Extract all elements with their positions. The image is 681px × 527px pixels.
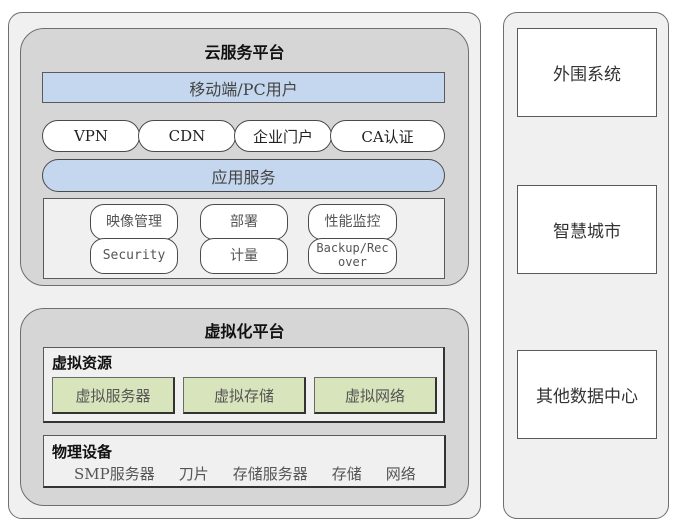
external-peripheral-systems: 外围系统: [517, 28, 657, 117]
service-security: Security: [90, 238, 178, 274]
physical-devices-title: 物理设备: [52, 443, 113, 461]
virtual-server: 虚拟服务器: [52, 377, 175, 414]
access-vpn: VPN: [42, 120, 140, 152]
users-bar: 移动端/PC用户: [42, 72, 445, 103]
service-image-mgmt: 映像管理: [90, 204, 178, 240]
external-other-datacenters: 其他数据中心: [517, 350, 657, 439]
device-storage: 存储: [331, 465, 362, 483]
device-network: 网络: [385, 465, 416, 483]
service-backup-recover: Backup/Recover: [308, 238, 397, 274]
service-metering: 计量: [200, 238, 288, 274]
virtual-storage: 虚拟存储: [183, 377, 306, 414]
app-service-bar: 应用服务: [42, 159, 445, 192]
physical-devices-list: SMP服务器 刀片 存储服务器 存储 网络: [74, 463, 440, 484]
service-perf-monitor: 性能监控: [308, 204, 397, 240]
service-deploy: 部署: [200, 204, 288, 240]
device-blade: 刀片: [178, 465, 209, 483]
external-smart-city: 智慧城市: [517, 185, 657, 274]
device-storage-server: 存储服务器: [232, 465, 308, 483]
cloud-platform-title: 云服务平台: [204, 43, 285, 62]
access-ca-auth: CA认证: [330, 120, 445, 152]
virtualization-title: 虚拟化平台: [204, 322, 285, 341]
virtual-resources-title: 虚拟资源: [52, 354, 113, 372]
device-smp-server: SMP服务器: [74, 465, 155, 483]
access-cdn: CDN: [138, 120, 236, 152]
virtual-network: 虚拟网络: [314, 377, 437, 414]
physical-devices-box: 物理设备 SMP服务器 刀片 存储服务器 存储 网络: [43, 435, 446, 488]
access-enterprise-portal: 企业门户: [234, 120, 332, 152]
